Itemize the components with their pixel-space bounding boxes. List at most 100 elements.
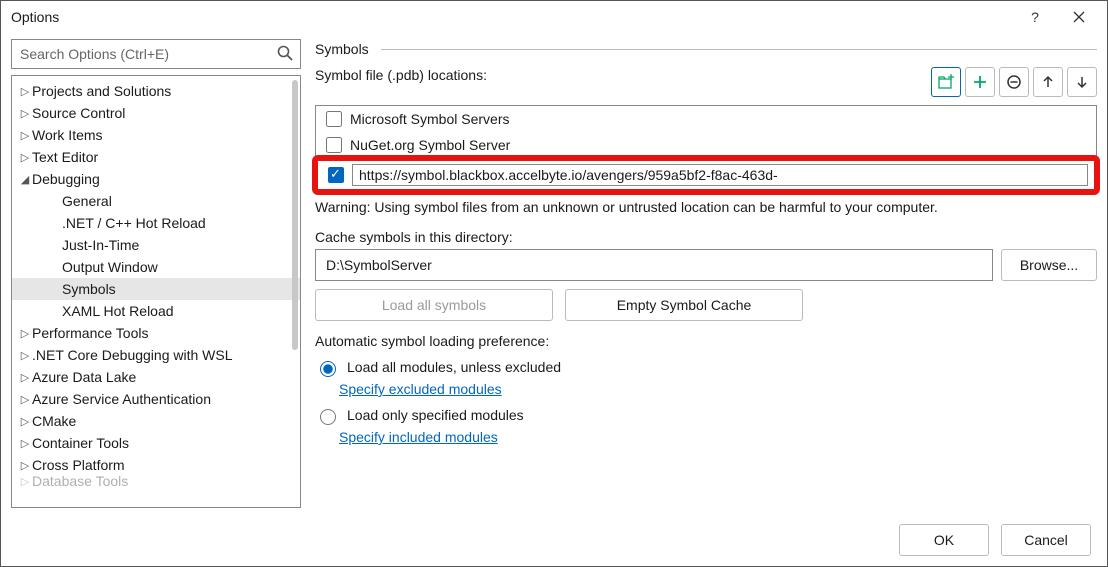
tree-item[interactable]: ▷.NET Core Debugging with WSL <box>12 344 300 366</box>
chevron-right-icon: ▷ <box>18 327 32 340</box>
location-url-input[interactable]: https://symbol.blackbox.accelbyte.io/ave… <box>352 164 1088 186</box>
search-options[interactable] <box>11 39 301 69</box>
symbol-location-row[interactable]: https://symbol.blackbox.accelbyte.io/ave… <box>318 161 1094 189</box>
help-button[interactable]: ? <box>1013 2 1057 32</box>
tree-item-label: XAML Hot Reload <box>62 303 174 319</box>
title-divider <box>381 49 1097 50</box>
tree-item[interactable]: ▷Performance Tools <box>12 322 300 344</box>
folder-plus-icon <box>937 73 955 91</box>
tree-item-label: .NET Core Debugging with WSL <box>32 347 233 363</box>
warning-text: Warning: Using symbol files from an unkn… <box>315 199 1097 215</box>
tree-item-label: Work Items <box>32 127 103 143</box>
options-tree[interactable]: ▷Projects and Solutions▷Source Control▷W… <box>11 75 301 508</box>
radio-load-all[interactable]: Load all modules, unless excluded <box>315 355 1097 379</box>
titlebar: Options ? <box>1 1 1107 33</box>
specify-excluded-link[interactable]: Specify excluded modules <box>339 381 502 397</box>
tree-item-label: CMake <box>32 413 76 429</box>
new-folder-button[interactable] <box>931 67 961 97</box>
browse-button[interactable]: Browse... <box>1001 249 1097 281</box>
search-icon <box>276 44 294 62</box>
tree-child-item[interactable]: Symbols <box>12 278 300 300</box>
tree-item-label: Performance Tools <box>32 325 148 341</box>
tree-item[interactable]: ▷Container Tools <box>12 432 300 454</box>
tree-item-label: Azure Data Lake <box>32 369 136 385</box>
section-title: Symbols <box>315 41 369 57</box>
chevron-down-icon: ◢ <box>18 173 32 186</box>
move-down-button[interactable] <box>1067 67 1097 97</box>
arrow-down-icon <box>1075 75 1089 89</box>
tree-item[interactable]: ◢Debugging <box>12 168 300 190</box>
chevron-right-icon: ▷ <box>18 415 32 428</box>
cancel-button[interactable]: Cancel <box>1001 524 1091 556</box>
location-label: Microsoft Symbol Servers <box>350 111 509 127</box>
tree-item-label: .NET / C++ Hot Reload <box>62 215 206 231</box>
tree-item-label: Cross Platform <box>32 457 125 473</box>
tree-child-item[interactable]: XAML Hot Reload <box>12 300 300 322</box>
locations-label: Symbol file (.pdb) locations: <box>315 67 487 83</box>
tree-item-label: Projects and Solutions <box>32 83 171 99</box>
load-all-symbols-button[interactable]: Load all symbols <box>315 289 553 321</box>
tree-item[interactable]: ▷CMake <box>12 410 300 432</box>
dialog-footer: OK Cancel <box>1 514 1107 566</box>
tree-item[interactable]: ▷Text Editor <box>12 146 300 168</box>
tree-item[interactable]: ▷Source Control <box>12 102 300 124</box>
close-icon <box>1073 11 1085 23</box>
chevron-right-icon: ▷ <box>18 107 32 120</box>
tree-child-item[interactable]: General <box>12 190 300 212</box>
radio-input[interactable] <box>320 361 336 377</box>
location-checkbox[interactable] <box>326 137 342 153</box>
cache-dir-label: Cache symbols in this directory: <box>315 229 1097 245</box>
left-pane: ▷Projects and Solutions▷Source Control▷W… <box>11 39 301 508</box>
tree-item-label: Output Window <box>62 259 158 275</box>
empty-symbol-cache-button[interactable]: Empty Symbol Cache <box>565 289 803 321</box>
plus-icon <box>972 74 988 90</box>
tree-item-label: Container Tools <box>32 435 129 451</box>
tree-child-item[interactable]: .NET / C++ Hot Reload <box>12 212 300 234</box>
location-label: NuGet.org Symbol Server <box>350 137 510 153</box>
chevron-right-icon: ▷ <box>18 349 32 362</box>
tree-item[interactable]: ▷Azure Data Lake <box>12 366 300 388</box>
chevron-right-icon: ▷ <box>18 437 32 450</box>
chevron-right-icon: ▷ <box>18 129 32 142</box>
radio-load-specified[interactable]: Load only specified modules <box>315 403 1097 427</box>
search-input[interactable] <box>12 40 300 68</box>
tree-item-label: Debugging <box>32 171 100 187</box>
locations-toolbar <box>931 67 1097 97</box>
remove-button[interactable] <box>999 67 1029 97</box>
radio-input[interactable] <box>320 409 336 425</box>
tree-item-label: Just-In-Time <box>62 237 139 253</box>
ok-button[interactable]: OK <box>899 524 989 556</box>
tree-item[interactable]: ▷Cross Platform <box>12 454 300 476</box>
tree-item-label: Symbols <box>62 281 116 297</box>
minus-circle-icon <box>1006 74 1022 90</box>
chevron-right-icon: ▷ <box>18 371 32 384</box>
tree-child-item[interactable]: Output Window <box>12 256 300 278</box>
symbol-locations-list[interactable]: Microsoft Symbol Servers NuGet.org Symbo… <box>315 105 1097 193</box>
location-checkbox[interactable] <box>328 167 344 183</box>
symbol-location-row[interactable]: Microsoft Symbol Servers <box>316 106 1096 132</box>
tree-child-item[interactable]: Just-In-Time <box>12 234 300 256</box>
tree-item[interactable]: ▷Projects and Solutions <box>12 80 300 102</box>
tree-item[interactable]: ▷Azure Service Authentication <box>12 388 300 410</box>
move-up-button[interactable] <box>1033 67 1063 97</box>
options-dialog: Options ? ▷Projects and Solutions▷Source… <box>0 0 1108 567</box>
specify-included-link[interactable]: Specify included modules <box>339 429 498 445</box>
location-checkbox[interactable] <box>326 111 342 127</box>
chevron-right-icon: ▷ <box>18 85 32 98</box>
loading-pref-label: Automatic symbol loading preference: <box>315 333 1097 349</box>
tree-item-label: General <box>62 193 112 209</box>
window-title: Options <box>11 9 59 25</box>
highlighted-location: https://symbol.blackbox.accelbyte.io/ave… <box>312 155 1100 195</box>
tree-item-label: Source Control <box>32 105 125 121</box>
chevron-right-icon: ▷ <box>18 393 32 406</box>
tree-item[interactable]: ▷Database Tools <box>12 476 300 486</box>
add-button[interactable] <box>965 67 995 97</box>
chevron-right-icon: ▷ <box>18 476 32 486</box>
close-button[interactable] <box>1057 2 1101 32</box>
arrow-up-icon <box>1041 75 1055 89</box>
tree-item-label: Text Editor <box>32 149 98 165</box>
tree-item[interactable]: ▷Work Items <box>12 124 300 146</box>
cache-dir-input[interactable]: D:\SymbolServer <box>315 249 993 281</box>
chevron-right-icon: ▷ <box>18 459 32 472</box>
tree-item-label: Database Tools <box>32 476 128 486</box>
